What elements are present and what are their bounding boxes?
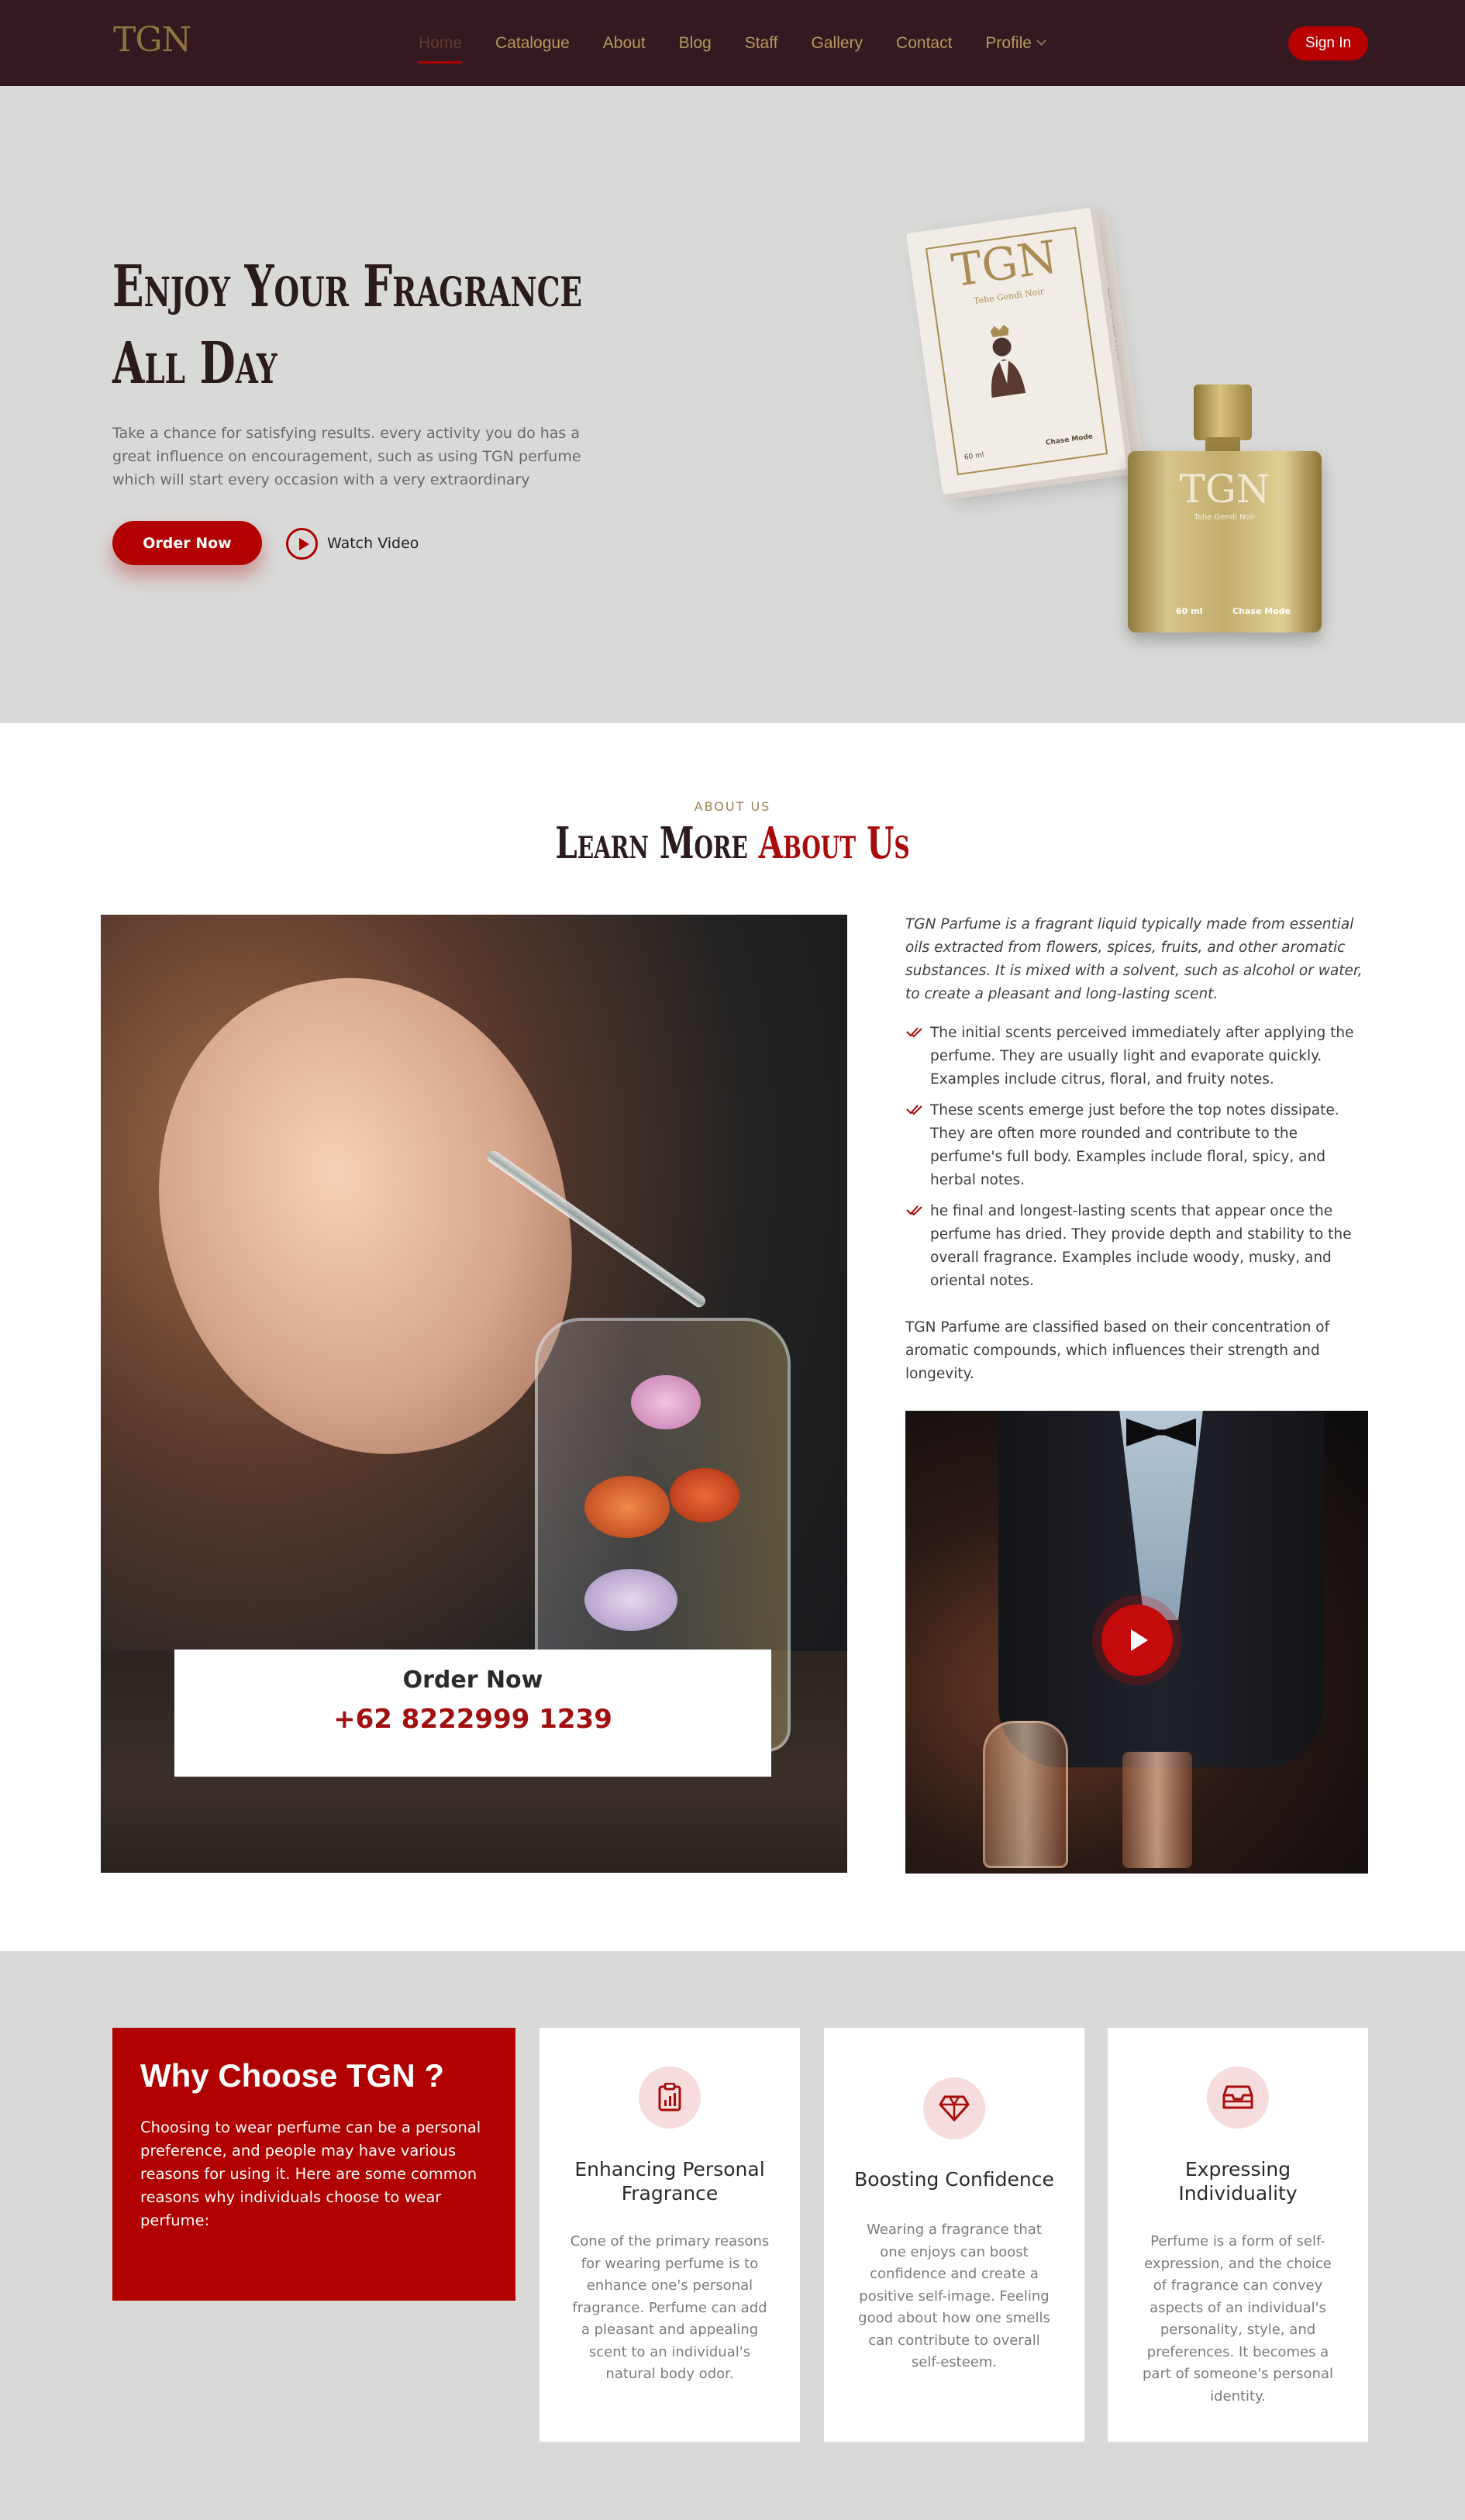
gem-icon <box>923 2077 985 2139</box>
list-item: These scents emerge just before the top … <box>905 1099 1370 1192</box>
why-choose-text: Choosing to wear perfume can be a person… <box>140 2118 481 2229</box>
site-header: TGN Home Catalogue About Blog Staff Gall… <box>0 0 1465 86</box>
perfume-bottle-image: TGN Tehe Gendi Noir 60 ml Chase Mode <box>1128 384 1322 633</box>
nav-contact[interactable]: Contact <box>896 34 952 53</box>
chevron-down-icon <box>1036 36 1046 46</box>
nav-catalogue[interactable]: Catalogue <box>495 34 570 53</box>
about-title: Learn More About Us <box>205 818 1260 869</box>
feature-card-text: Cone of the primary reasons for wearing … <box>570 2233 770 2382</box>
list-item-text: The initial scents perceived immediately… <box>930 1025 1354 1088</box>
perfume-box-image: TELE GUSTI NOIR TGN Tehe Gendi Noir 60 m… <box>904 189 1150 495</box>
bottle-subtitle: Tehe Gendi Noir <box>1194 513 1256 522</box>
bottle-volume: 60 ml <box>1176 606 1203 616</box>
hand-shape <box>124 945 605 1489</box>
clipboard-chart-icon <box>639 2067 701 2129</box>
list-item-text: he final and longest-lasting scents that… <box>930 1203 1352 1289</box>
hero-title-line-1: Enjoy Your Fragrance <box>112 253 583 320</box>
hero-title-line-2: All Day <box>112 330 277 397</box>
double-check-icon <box>906 1205 922 1216</box>
why-choose-panel: Why Choose TGN ? Choosing to wear perfum… <box>112 2028 515 2301</box>
hero-description: Take a chance for satisfying results. ev… <box>112 425 581 488</box>
fragrance-notes-list: The initial scents perceived immediately… <box>905 1022 1370 1301</box>
about-title-part-1: Learn More <box>555 818 748 869</box>
nav-home[interactable]: Home <box>419 34 463 64</box>
double-check-icon <box>906 1105 922 1115</box>
nav-profile-label: Profile <box>985 33 1032 52</box>
beaker-shape <box>1122 1752 1192 1868</box>
list-item-text: These scents emerge just before the top … <box>930 1102 1339 1188</box>
feature-card-text: Wearing a fragrance that one enjoys can … <box>858 2222 1050 2370</box>
bottle-logo: TGN <box>1179 467 1270 512</box>
feature-card-title: Expressing Individuality <box>1178 2158 1298 2205</box>
bottle-name: Chase Mode <box>1232 606 1291 616</box>
feature-card: Expressing Individuality Perfume is a fo… <box>1108 2028 1368 2442</box>
why-choose-title: Why Choose TGN ? <box>140 2057 444 2094</box>
hero-section: Enjoy Your Fragrance All Day Take a chan… <box>0 86 1465 723</box>
watch-video-label: Watch Video <box>327 535 419 552</box>
flask-shape <box>983 1721 1068 1868</box>
about-intro: TGN Parfume is a fragrant liquid typical… <box>905 916 1363 1002</box>
nav-about[interactable]: About <box>603 34 646 53</box>
nav-gallery[interactable]: Gallery <box>812 34 863 53</box>
feature-card: Boosting Confidence Wearing a fragrance … <box>824 2028 1084 2442</box>
main-nav: Home Catalogue About Blog Staff Gallery … <box>419 0 1078 86</box>
feature-card-title: Boosting Confidence <box>854 2168 1054 2191</box>
nav-staff[interactable]: Staff <box>745 34 778 53</box>
sign-in-button[interactable]: Sign In <box>1288 26 1368 60</box>
watch-video-button[interactable]: Watch Video <box>286 527 419 560</box>
order-now-button[interactable]: Order Now <box>112 521 262 565</box>
about-outro: TGN Parfume are classified based on thei… <box>905 1319 1330 1382</box>
order-now-card[interactable]: Order Now +62 8222999 1239 <box>174 1650 771 1777</box>
double-check-icon <box>906 1027 922 1038</box>
feature-card: Enhancing Personal Fragrance Cone of the… <box>539 2028 800 2442</box>
play-circle-icon <box>286 527 318 560</box>
order-phone-number[interactable]: +62 8222999 1239 <box>174 1704 771 1735</box>
list-item: he final and longest-lasting scents that… <box>905 1200 1370 1293</box>
about-title-part-2: About Us <box>758 818 910 869</box>
order-card-title: Order Now <box>402 1667 543 1694</box>
feature-card-title: Enhancing Personal Fragrance <box>574 2158 765 2205</box>
list-item: The initial scents perceived immediately… <box>905 1022 1370 1091</box>
brand-logo[interactable]: TGN <box>113 20 191 60</box>
inbox-tray-icon <box>1207 2067 1269 2129</box>
hero-title: Enjoy Your Fragrance All Day <box>112 249 582 402</box>
feature-card-text: Perfume is a form of self-expression, an… <box>1143 2233 1333 2405</box>
about-eyebrow: ABOUT US <box>694 799 771 814</box>
nav-profile-dropdown[interactable]: Profile <box>985 33 1046 53</box>
nav-blog[interactable]: Blog <box>679 34 712 53</box>
video-play-button[interactable] <box>1101 1605 1173 1676</box>
